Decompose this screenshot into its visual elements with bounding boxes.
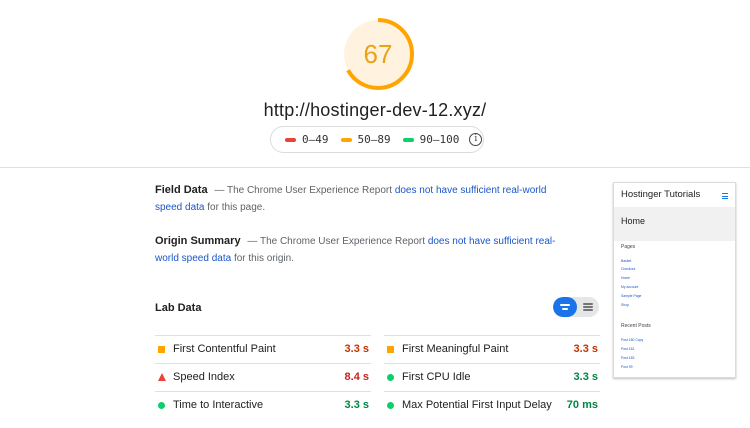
- metric-label: Max Potential First Input Delay: [402, 399, 552, 411]
- legend-label: 50–89: [357, 133, 391, 146]
- thumb-page-link: Shop: [621, 303, 629, 307]
- info-icon[interactable]: i: [469, 133, 483, 146]
- expanded-view-button[interactable]: [577, 297, 599, 317]
- thumb-recent-link: Post 181: [621, 347, 635, 351]
- metric-value: 3.3 s: [344, 399, 369, 411]
- green-circle-icon: [158, 402, 165, 409]
- metric-label: First Contentful Paint: [173, 343, 276, 355]
- score-legend: 0–49 50–89 90–100 i: [270, 126, 484, 153]
- field-data-section: Field Data — The Chrome User Experience …: [155, 182, 565, 216]
- metric-label: First CPU Idle: [402, 371, 471, 383]
- metric-first-contentful-paint: First Contentful Paint 3.3 s: [155, 335, 371, 363]
- legend-item-pass: 90–100: [402, 133, 460, 146]
- green-circle-icon: [387, 402, 394, 409]
- field-data-title: Field Data: [155, 184, 208, 196]
- legend-label: 90–100: [419, 133, 460, 146]
- thumb-page-link: Basket: [621, 259, 632, 263]
- green-circle-icon: [387, 374, 394, 381]
- metric-label: Time to Interactive: [173, 399, 264, 411]
- thumb-page-link: Sample Page: [621, 294, 642, 298]
- lab-data-title: Lab Data: [155, 302, 202, 314]
- metric-value: 70 ms: [566, 399, 598, 411]
- red-triangle-icon: [158, 373, 166, 381]
- thumb-page-link: My account: [621, 285, 639, 289]
- origin-summary-title: Origin Summary: [155, 235, 241, 247]
- thumb-site-header: Hostinger Tutorials: [614, 183, 735, 207]
- thumb-recent-link: Post 99: [621, 365, 633, 369]
- performance-score: 67: [363, 39, 393, 69]
- field-data-text-end: for this page.: [204, 202, 266, 213]
- thumb-site-title: Hostinger Tutorials: [621, 189, 701, 200]
- green-dash-icon: [402, 137, 414, 142]
- orange-square-icon: [158, 346, 165, 353]
- legend-label: 0–49: [302, 133, 329, 146]
- thumb-page-link: Home: [621, 276, 631, 280]
- orange-square-icon: [387, 346, 394, 353]
- metric-speed-index: Speed Index 8.4 s: [155, 363, 371, 391]
- origin-summary-text: — The Chrome User Experience Report: [244, 236, 428, 247]
- legend-item-average: 50–89: [340, 133, 391, 146]
- tested-url: http://hostinger-dev-12.xyz/: [263, 100, 487, 120]
- thumb-recent-link: Post 183: [621, 356, 635, 360]
- hamburger-icon: [722, 193, 728, 201]
- compact-view-button[interactable]: [553, 297, 577, 317]
- metric-first-cpu-idle: First CPU Idle 3.3 s: [384, 363, 600, 391]
- legend-item-fail: 0–49: [285, 133, 329, 146]
- metric-value: 8.4 s: [344, 371, 369, 383]
- metric-first-meaningful-paint: First Meaningful Paint 3.3 s: [384, 335, 600, 363]
- thumb-home-title: Home: [621, 216, 646, 226]
- metric-label: Speed Index: [173, 371, 235, 383]
- metric-label: First Meaningful Paint: [402, 343, 509, 355]
- thumb-recent-link: Post 180 Copy: [621, 338, 644, 342]
- page-screenshot-thumbnail[interactable]: Hostinger Tutorials Home Pages Basket Ch…: [613, 182, 736, 378]
- origin-summary-text-end: for this origin.: [231, 253, 294, 264]
- thumb-page-link: Checkout: [621, 267, 636, 271]
- orange-dash-icon: [340, 137, 352, 142]
- metric-max-potential-fid: Max Potential First Input Delay 70 ms: [384, 391, 600, 419]
- origin-summary-section: Origin Summary — The Chrome User Experie…: [155, 233, 565, 267]
- performance-score-gauge: 67: [340, 16, 416, 92]
- metric-value: 3.3 s: [344, 343, 369, 355]
- thumb-recent-heading: Recent Posts: [621, 323, 651, 329]
- metric-value: 3.3 s: [573, 343, 598, 355]
- thumb-pages-heading: Pages: [621, 244, 636, 250]
- metric-time-to-interactive: Time to Interactive 3.3 s: [155, 391, 371, 419]
- report-header: 67 http://hostinger-dev-12.xyz/ 0–49 50–…: [0, 0, 750, 168]
- view-toggle: [553, 297, 599, 317]
- field-data-text: — The Chrome User Experience Report: [211, 185, 395, 196]
- thumb-home-banner: Home: [614, 207, 735, 241]
- red-dash-icon: [285, 137, 296, 142]
- metric-value: 3.3 s: [573, 371, 598, 383]
